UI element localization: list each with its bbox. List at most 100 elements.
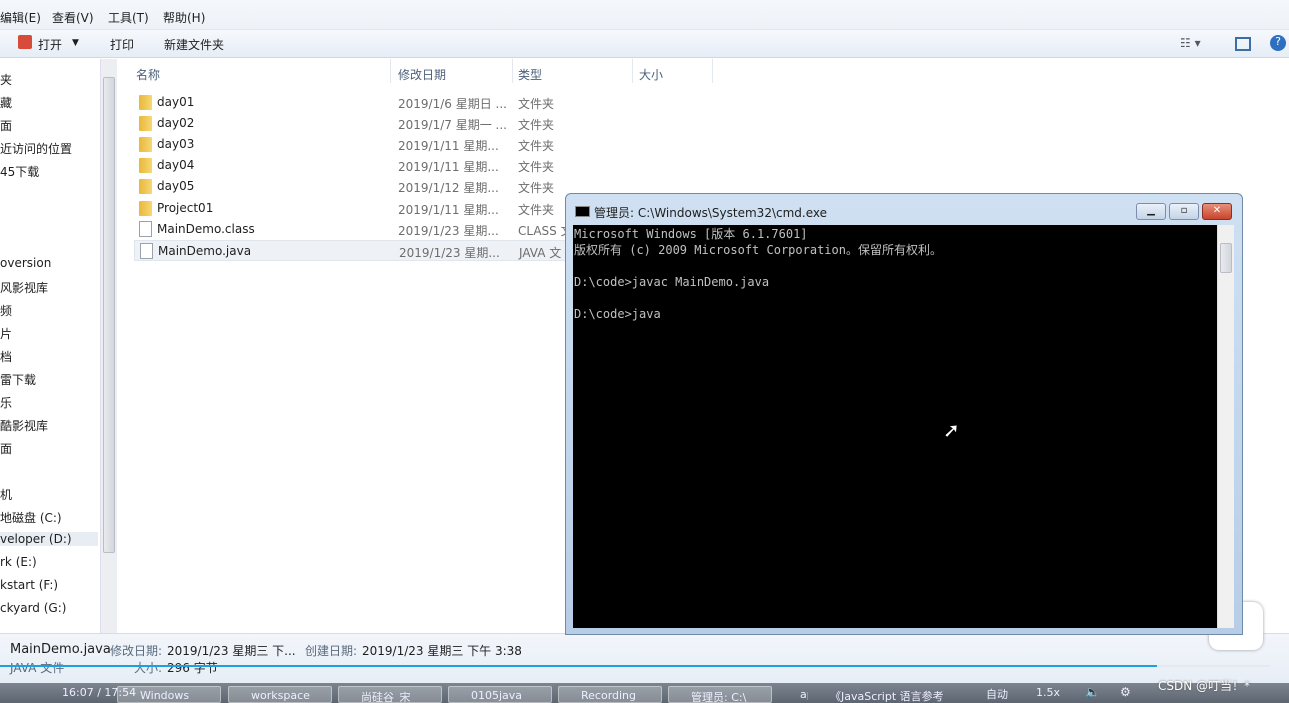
- nav-item[interactable]: oversion: [0, 256, 51, 270]
- nav-item[interactable]: 面: [0, 440, 12, 457]
- modified-value: 2019/1/23 星期三 下...: [167, 644, 296, 658]
- scroll-thumb[interactable]: [1220, 243, 1232, 273]
- size-label: 大小:: [134, 661, 163, 675]
- file-row[interactable]: day03 2019/1/11 星期... 文件夹: [134, 134, 694, 155]
- column-name[interactable]: 名称: [136, 66, 160, 83]
- file-type: JAVA 文件: [10, 661, 65, 675]
- nav-item[interactable]: 45下载: [0, 163, 39, 180]
- nav-item[interactable]: 机: [0, 486, 12, 503]
- file-date: 2019/1/12 星期...: [398, 181, 499, 196]
- new-folder-button[interactable]: 新建文件夹: [164, 36, 224, 53]
- open-icon: [18, 35, 32, 49]
- nav-item[interactable]: 酷影视库: [0, 417, 48, 434]
- file-row[interactable]: day01 2019/1/6 星期日 ... 文件夹: [134, 92, 694, 113]
- maximize-button[interactable]: ▫: [1169, 203, 1199, 220]
- taskbar: 16:07 / 17:54 Windows workspace 尚硅谷_宋 0105j…: [0, 683, 1289, 703]
- minimize-button[interactable]: ▁: [1136, 203, 1166, 220]
- csdn-watermark: CSDN @叮当！*: [1158, 679, 1251, 693]
- nav-item[interactable]: 夹: [0, 71, 12, 88]
- nav-item[interactable]: 近访问的位置: [0, 140, 72, 157]
- taskbar-item[interactable]: 《JavaScript 语言参考: [808, 686, 978, 703]
- volume-icon[interactable]: 🔈: [1085, 685, 1100, 699]
- nav-item[interactable]: 地磁盘 (C:): [0, 509, 62, 526]
- quality-auto-button[interactable]: 自动: [986, 686, 1008, 702]
- file-row[interactable]: day02 2019/1/7 星期一 ... 文件夹: [134, 113, 694, 134]
- console-line: D:\code>java: [574, 307, 661, 321]
- console-line: Microsoft Windows [版本 6.1.7601]: [574, 227, 808, 241]
- nav-item[interactable]: 频: [0, 302, 12, 319]
- taskbar-item[interactable]: workspace: [228, 686, 332, 703]
- nav-item[interactable]: 面: [0, 117, 12, 134]
- file-date: 2019/1/11 星期...: [398, 139, 499, 154]
- file-date: 2019/1/23 星期...: [399, 245, 500, 260]
- file-name: MainDemo.java: [158, 243, 252, 258]
- console-output[interactable]: Microsoft Windows [版本 6.1.7601] 版权所有 (c) …: [573, 225, 1217, 628]
- nav-item[interactable]: rk (E:): [0, 555, 37, 569]
- nav-item[interactable]: veloper (D:): [0, 532, 98, 546]
- file-name: Project01: [157, 200, 214, 215]
- file-icon: [139, 220, 152, 237]
- file-date: 2019/1/11 星期...: [398, 202, 499, 217]
- nav-item[interactable]: kstart (F:): [0, 578, 58, 592]
- menu-tools[interactable]: 工具(T): [108, 9, 149, 26]
- file-name: day03: [157, 137, 195, 152]
- nav-item[interactable]: ckyard (G:): [0, 601, 66, 615]
- taskbar-item[interactable]: Recording: [558, 686, 662, 703]
- column-date[interactable]: 修改日期: [398, 66, 446, 83]
- chevron-down-icon[interactable]: ▼: [72, 38, 79, 48]
- column-type[interactable]: 类型: [518, 66, 542, 83]
- column-size[interactable]: 大小: [639, 66, 663, 83]
- help-icon[interactable]: ?: [1270, 35, 1286, 51]
- close-button[interactable]: ✕: [1202, 203, 1232, 220]
- video-progress-bar[interactable]: [0, 665, 1157, 667]
- file-type: 文件夹: [518, 118, 555, 133]
- nav-item[interactable]: 档: [0, 348, 12, 365]
- file-date: 2019/1/11 星期...: [398, 160, 499, 175]
- created-value: 2019/1/23 星期三 下午 3:38: [362, 644, 522, 658]
- file-type: 文件夹: [518, 139, 555, 154]
- cmd-icon: [575, 206, 590, 217]
- print-button[interactable]: 打印: [110, 36, 134, 53]
- cmd-window: 管理员: C:\Windows\System32\cmd.exe ▁ ▫ ✕ M…: [565, 193, 1243, 635]
- menu-edit[interactable]: 编辑(E): [0, 9, 41, 26]
- folder-icon: [139, 137, 152, 153]
- nav-item[interactable]: 风影视库: [0, 279, 48, 296]
- nav-item[interactable]: 雷下载: [0, 371, 36, 388]
- nav-item[interactable]: 藏: [0, 94, 12, 111]
- file-name: day04: [157, 158, 195, 173]
- menu-bar: 编辑(E) 查看(V) 工具(T) 帮助(H): [0, 0, 1289, 30]
- file-type: 文件夹: [518, 181, 555, 196]
- file-row[interactable]: day04 2019/1/11 星期... 文件夹: [134, 155, 694, 176]
- nav-item[interactable]: 乐: [0, 394, 12, 411]
- taskbar-item[interactable]: Windows: [117, 686, 221, 703]
- open-button[interactable]: 打开: [38, 36, 62, 53]
- speed-button[interactable]: 1.5x: [1036, 686, 1060, 699]
- taskbar-item[interactable]: 管理员: C:\: [668, 686, 772, 703]
- navigation-pane: 夹藏面近访问的位置 45下载 oversion 风影视库频片档雷下载乐酷影视库面机地磁…: [0, 59, 100, 633]
- preview-pane-icon[interactable]: [1235, 37, 1251, 51]
- folder-icon: [139, 179, 152, 195]
- scroll-thumb[interactable]: [103, 77, 115, 553]
- taskbar-item[interactable]: 0105java: [448, 686, 552, 703]
- file-name: MainDemo.class: [157, 221, 255, 236]
- menu-help[interactable]: 帮助(H): [163, 9, 205, 26]
- settings-gear-icon[interactable]: ⚙: [1120, 685, 1131, 699]
- nav-item[interactable]: 片: [0, 325, 12, 342]
- taskbar-item[interactable]: 尚硅谷_宋: [338, 686, 442, 703]
- modified-label: 修改日期:: [110, 644, 163, 658]
- file-date: 2019/1/6 星期日 ...: [398, 97, 507, 111]
- file-name: day01: [157, 95, 195, 109]
- created-label: 创建日期:: [305, 644, 358, 658]
- taskbar-item[interactable]: api: [778, 686, 808, 703]
- view-options-icon[interactable]: ☷ ▾: [1180, 36, 1201, 50]
- menu-view[interactable]: 查看(V): [52, 9, 94, 26]
- cmd-scrollbar[interactable]: [1217, 225, 1234, 628]
- nav-scrollbar[interactable]: [100, 59, 117, 633]
- file-name: day05: [157, 179, 195, 194]
- mouse-cursor-icon: ➚: [943, 418, 960, 442]
- selected-filename: MainDemo.java: [10, 642, 111, 657]
- file-type: 文件夹: [518, 97, 555, 111]
- details-pane: MainDemo.java 修改日期: 2019/1/23 星期三 下... 创…: [0, 633, 1289, 683]
